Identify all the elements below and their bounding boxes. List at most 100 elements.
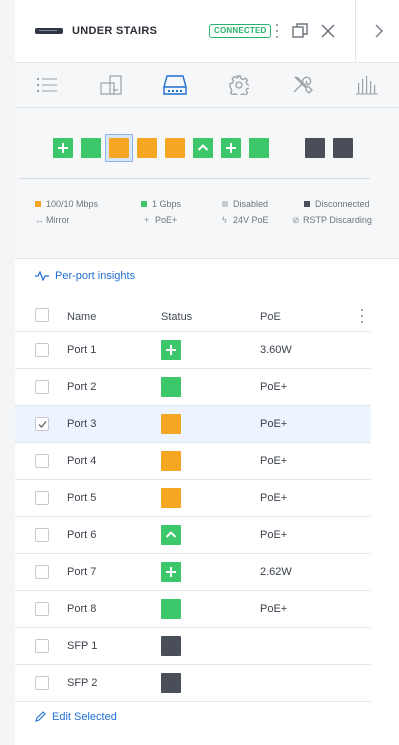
table-row[interactable]: SFP 1 — [15, 628, 371, 665]
legend-poe-plus: + PoE+ — [144, 215, 178, 225]
edit-selected-link[interactable]: Edit Selected — [35, 711, 117, 723]
port-poe: PoE+ — [260, 492, 288, 504]
activity-icon — [35, 270, 49, 282]
legend-fast: 100/10 Mbps — [35, 199, 98, 209]
port-name: Port 8 — [67, 603, 97, 615]
chevron-up-icon — [197, 144, 209, 151]
port-poe: PoE+ — [260, 603, 288, 615]
port-poe: PoE+ — [260, 381, 288, 393]
ports-icon[interactable] — [143, 63, 207, 107]
port-1[interactable] — [53, 138, 73, 158]
per-port-insights-link[interactable]: Per-port insights — [35, 270, 135, 282]
ports-table: Name Status PoE Port 1 3.60W Port 2 PoE+ Por… — [15, 299, 371, 702]
table-row[interactable]: Port 4 PoE+ — [15, 443, 371, 480]
gear-icon[interactable] — [207, 63, 271, 107]
panel-tabs — [15, 63, 399, 108]
row-checkbox[interactable] — [35, 676, 49, 690]
header-status[interactable]: Status — [161, 311, 192, 323]
plus-icon — [166, 567, 176, 577]
row-checkbox[interactable] — [35, 565, 49, 579]
list-icon[interactable] — [15, 63, 79, 107]
panel-header: UNDER STAIRS CONNECTED — [15, 0, 399, 63]
port-status-indicator — [161, 377, 181, 397]
table-row[interactable]: SFP 2 — [15, 665, 371, 702]
background-strip — [0, 0, 16, 745]
port-sfp-2[interactable] — [333, 138, 353, 158]
port-status-indicator — [161, 525, 181, 545]
port-name: Port 3 — [67, 418, 97, 430]
plus-icon — [166, 345, 176, 355]
port-status-indicator — [161, 673, 181, 693]
legend-gbps: 1 Gbps — [141, 199, 181, 209]
port-name: Port 4 — [67, 455, 97, 467]
port-6[interactable] — [193, 138, 213, 158]
port-name: Port 1 — [67, 344, 97, 356]
port-poe: PoE+ — [260, 418, 288, 430]
window-icon[interactable] — [292, 23, 308, 39]
header-poe[interactable]: PoE — [260, 311, 281, 323]
table-row[interactable]: Port 6 PoE+ — [15, 517, 371, 554]
row-checkbox[interactable] — [35, 639, 49, 653]
port-status-indicator — [161, 599, 181, 619]
table-row[interactable]: Port 2 PoE+ — [15, 369, 371, 406]
row-checkbox[interactable] — [35, 602, 49, 616]
port-name: SFP 1 — [67, 640, 98, 652]
select-all-checkbox[interactable] — [35, 308, 49, 322]
legend-disconnected: Disconnected — [304, 199, 370, 209]
stats-icon[interactable] — [335, 63, 399, 107]
row-checkbox[interactable] — [35, 528, 49, 542]
port-name: SFP 2 — [67, 677, 98, 689]
check-icon — [38, 421, 47, 428]
chevron-up-icon — [165, 531, 177, 538]
port-4[interactable] — [137, 138, 157, 158]
kebab-menu-icon[interactable] — [273, 21, 281, 41]
row-checkbox[interactable] — [35, 417, 49, 431]
device-details-icon[interactable] — [79, 63, 143, 107]
legend-24v-poe: ϟ 24V PoE — [222, 215, 269, 225]
table-row[interactable]: Port 8 PoE+ — [15, 591, 371, 628]
row-checkbox[interactable] — [35, 454, 49, 468]
port-poe: PoE+ — [260, 455, 288, 467]
mirror-icon: ↔ — [35, 215, 44, 225]
port-3[interactable] — [109, 138, 129, 158]
bolt-icon: ϟ — [222, 215, 227, 225]
table-row[interactable]: Port 5 PoE+ — [15, 480, 371, 517]
legend-divider — [19, 178, 370, 179]
port-poe: PoE+ — [260, 529, 288, 541]
chevron-right-icon[interactable] — [355, 0, 399, 62]
table-options-icon[interactable] — [359, 307, 365, 325]
table-row[interactable]: Port 7 2.62W — [15, 554, 371, 591]
port-name: Port 5 — [67, 492, 97, 504]
device-name: UNDER STAIRS — [72, 25, 158, 37]
blocked-icon: ⊘ — [292, 215, 300, 225]
legend-disabled: Disabled — [222, 199, 268, 209]
pencil-icon — [35, 711, 46, 722]
row-checkbox[interactable] — [35, 380, 49, 394]
row-checkbox[interactable] — [35, 343, 49, 357]
port-status-indicator — [161, 488, 181, 508]
port-sfp-1[interactable] — [305, 138, 325, 158]
port-8[interactable] — [249, 138, 269, 158]
port-status-indicator — [161, 340, 181, 360]
table-row[interactable]: Port 1 3.60W — [15, 332, 371, 369]
device-icon — [35, 28, 63, 34]
port-7[interactable] — [221, 138, 241, 158]
table-header: Name Status PoE — [15, 299, 371, 332]
table-row[interactable]: Port 3 PoE+ — [15, 406, 371, 443]
port-status-indicator — [161, 451, 181, 471]
plus-icon — [58, 143, 68, 153]
port-status-indicator — [161, 562, 181, 582]
row-checkbox[interactable] — [35, 491, 49, 505]
port-2[interactable] — [81, 138, 101, 158]
port-5[interactable] — [165, 138, 185, 158]
legend-rstp: ⊘ RSTP Discarding — [292, 215, 372, 225]
port-name: Port 6 — [67, 529, 97, 541]
port-name: Port 7 — [67, 566, 97, 578]
header-name[interactable]: Name — [67, 311, 96, 323]
plus-icon: + — [144, 215, 150, 225]
legend-mirror: ↔ Mirror — [35, 215, 70, 225]
port-status-indicator — [161, 414, 181, 434]
tools-icon[interactable] — [271, 63, 335, 107]
status-badge: CONNECTED — [209, 24, 272, 38]
close-icon[interactable] — [320, 23, 336, 39]
